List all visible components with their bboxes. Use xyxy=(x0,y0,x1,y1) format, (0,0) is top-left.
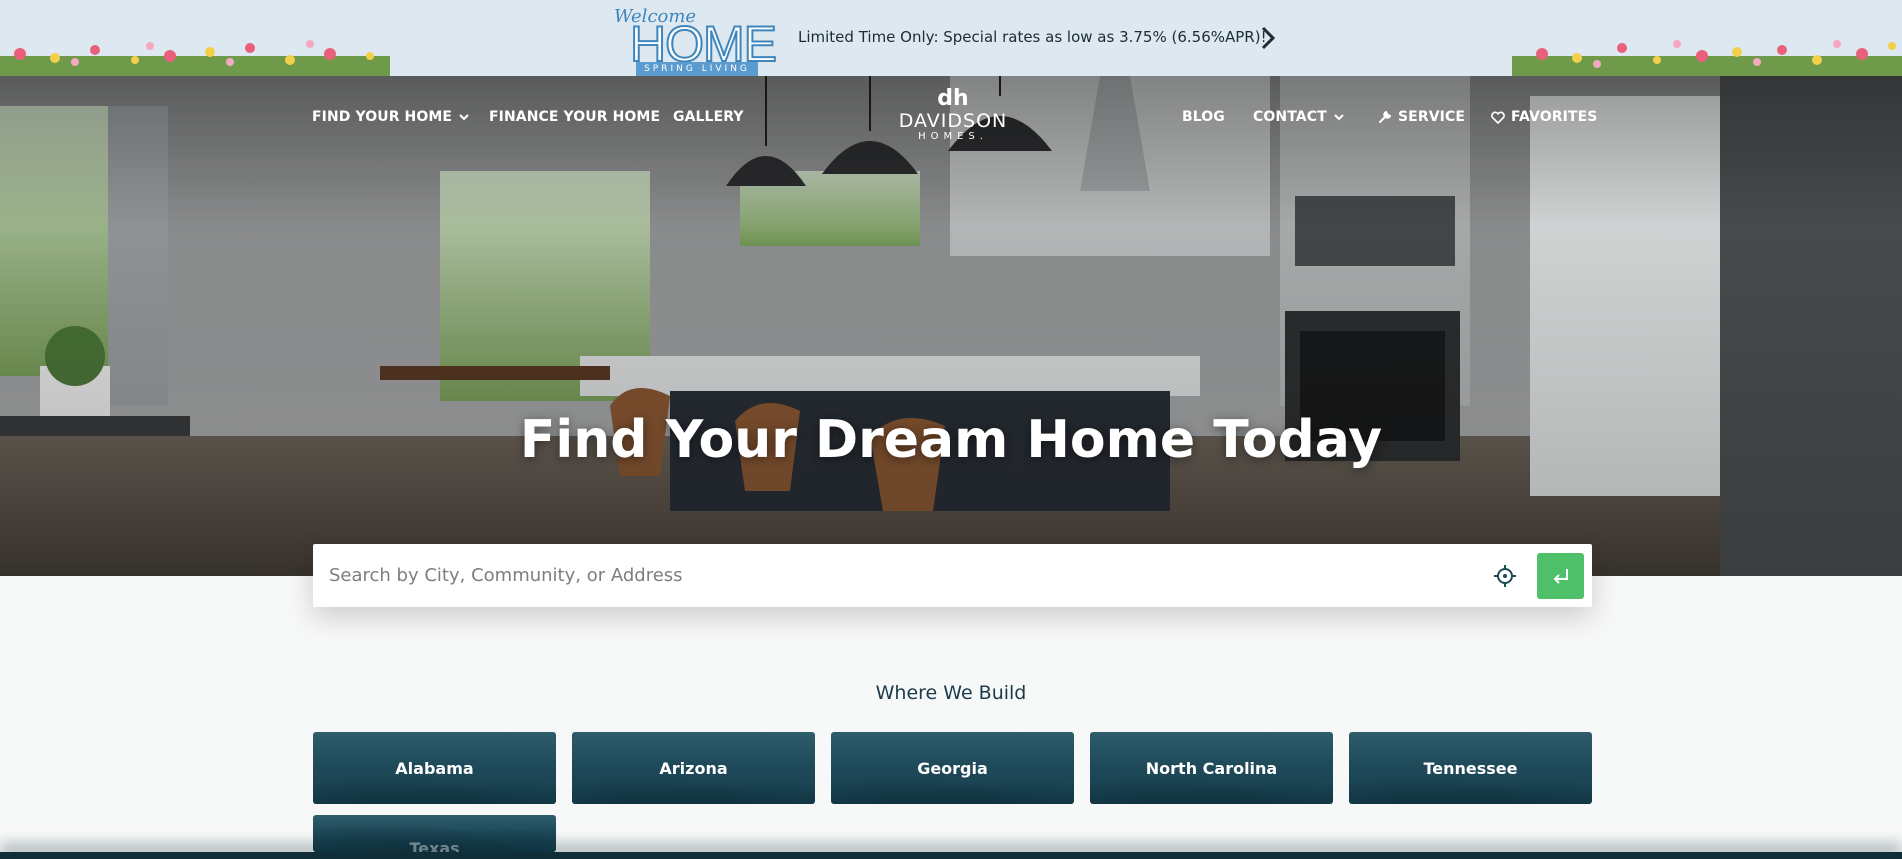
where-we-build-title: Where We Build xyxy=(875,682,1027,704)
bottom-sticky-bar xyxy=(0,852,1902,859)
promo-banner: Welcome HOME SPRING LIVING Limited Time … xyxy=(0,0,1902,76)
nav-contact[interactable]: CONTACT xyxy=(1253,109,1345,125)
nav-gallery[interactable]: GALLERY xyxy=(673,109,744,125)
nav-blog-label: BLOG xyxy=(1182,109,1225,125)
search-submit-button[interactable] xyxy=(1537,553,1584,599)
nav-find-your-home[interactable]: FIND YOUR HOME xyxy=(312,109,470,125)
chevron-right-icon[interactable] xyxy=(1256,24,1280,52)
chevron-down-icon xyxy=(1334,114,1344,121)
main-navigation: FIND YOUR HOME FINANCE YOUR HOME GALLERY… xyxy=(0,76,1902,166)
state-card-alabama[interactable]: Alabama xyxy=(313,732,556,804)
heart-icon xyxy=(1491,111,1505,124)
state-card-arizona[interactable]: Arizona xyxy=(572,732,815,804)
logo-mark: dh xyxy=(937,86,969,111)
davidson-homes-logo[interactable]: dh DAVIDSON HOMES. xyxy=(892,88,1014,148)
state-card-label: Arizona xyxy=(659,758,728,778)
chevron-down-icon xyxy=(459,114,469,121)
nav-contact-label: CONTACT xyxy=(1253,109,1327,125)
nav-finance-your-home[interactable]: FINANCE YOUR HOME xyxy=(489,109,660,125)
hero-headline: Find Your Dream Home Today xyxy=(519,410,1383,470)
flower-decoration xyxy=(0,40,390,76)
promo-message[interactable]: Limited Time Only: Special rates as low … xyxy=(798,28,1267,46)
nav-favorites[interactable]: FAVORITES xyxy=(1491,109,1597,125)
state-card-label: Tennessee xyxy=(1423,758,1518,778)
nav-service[interactable]: SERVICE xyxy=(1378,109,1465,125)
nav-finance-your-home-label: FINANCE YOUR HOME xyxy=(489,109,661,125)
logo-home-text: HOME xyxy=(629,16,778,72)
search-bar xyxy=(313,544,1592,607)
hero-section: FIND YOUR HOME FINANCE YOUR HOME GALLERY… xyxy=(0,76,1902,576)
nav-favorites-label: FAVORITES xyxy=(1511,109,1598,125)
nav-gallery-label: GALLERY xyxy=(673,109,744,125)
state-card-tennessee[interactable]: Tennessee xyxy=(1349,732,1592,804)
crosshair-icon[interactable] xyxy=(1493,564,1517,588)
search-input[interactable] xyxy=(329,544,1479,607)
state-card-label: Texas xyxy=(409,839,460,852)
enter-icon xyxy=(1553,569,1568,584)
home-spring-living-logo[interactable]: Welcome HOME SPRING LIVING xyxy=(612,6,778,76)
state-card-texas[interactable]: Texas xyxy=(313,815,556,852)
wrench-icon xyxy=(1379,110,1392,123)
state-card-north-carolina[interactable]: North Carolina xyxy=(1090,732,1333,804)
state-card-georgia[interactable]: Georgia xyxy=(831,732,1074,804)
logo-spring-living-text: SPRING LIVING xyxy=(636,62,758,76)
logo-subtitle: HOMES. xyxy=(918,131,988,142)
flower-decoration xyxy=(1512,40,1902,76)
state-card-label: Alabama xyxy=(395,758,474,778)
state-card-label: North Carolina xyxy=(1145,758,1278,778)
nav-find-your-home-label: FIND YOUR HOME xyxy=(312,109,453,125)
logo-name: DAVIDSON xyxy=(898,110,1008,132)
nav-blog[interactable]: BLOG xyxy=(1182,109,1225,125)
state-card-label: Georgia xyxy=(917,758,988,778)
nav-service-label: SERVICE xyxy=(1398,109,1466,125)
